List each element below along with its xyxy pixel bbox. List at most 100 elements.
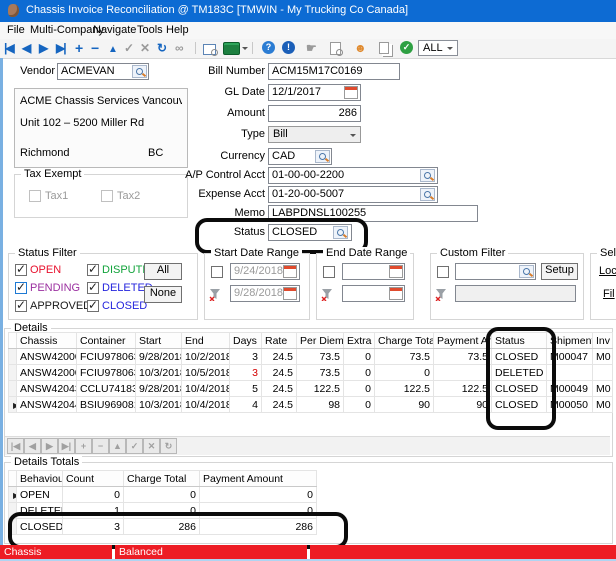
grid-delete-record-button[interactable]: − (92, 438, 109, 454)
expense-acct-input[interactable]: 01-20-00-5007 (268, 186, 438, 203)
end-date-filter-funnel-icon[interactable] (321, 287, 335, 301)
menu-tools[interactable]: Tools (137, 24, 163, 36)
details-row-4-selected[interactable]: ANSW420442BSIU969081 10/3/201810/4/2018 … (9, 397, 613, 413)
end-date-to-calendar-icon[interactable] (389, 287, 403, 300)
gl-date-label: GL Date (170, 86, 265, 98)
statusbar-panel-chassis: Chassis (0, 545, 112, 559)
status-filter-title: Status Filter (15, 247, 80, 259)
end-date-range-checkbox[interactable] (323, 266, 335, 278)
start-date-to-calendar-icon[interactable] (283, 287, 297, 300)
expense-acct-label: Expense Acct (170, 188, 265, 200)
tax2-checkbox[interactable] (101, 190, 113, 202)
binoculars-find-icon[interactable]: ∞ (175, 41, 184, 55)
refresh-icon[interactable]: ↻ (157, 41, 167, 55)
filter-link[interactable]: Fil (603, 288, 615, 300)
gl-date-calendar-icon[interactable] (344, 86, 358, 99)
grid-prior-record-button[interactable]: ◀ (24, 438, 41, 454)
memo-label: Memo (170, 207, 265, 219)
grid-cancel-edit-button[interactable]: ✕ (143, 438, 160, 454)
all-button[interactable]: All (144, 263, 182, 280)
custom-filter-lookup-icon[interactable] (519, 265, 534, 278)
copy-icon[interactable] (379, 42, 389, 54)
current-row-indicator (9, 487, 17, 503)
grid-last-record-button[interactable]: ▶| (58, 438, 75, 454)
custom-filter-title: Custom Filter (437, 247, 508, 259)
vendor-address-province: BC (148, 147, 163, 159)
post-edit-icon[interactable]: ✓ (124, 41, 134, 55)
start-date-range-checkbox[interactable] (211, 266, 223, 278)
window-left-edge (0, 58, 3, 559)
dispute-checkbox[interactable] (87, 264, 99, 276)
status-lookup-icon[interactable] (333, 226, 348, 239)
tax1-checkbox[interactable] (29, 190, 41, 202)
custom-filter-checkbox[interactable] (437, 266, 449, 278)
toolbar-filter-combobox[interactable]: ALL (418, 40, 458, 56)
menu-navigate[interactable]: Navigate (93, 24, 136, 36)
none-button[interactable]: None (144, 286, 182, 303)
currency-lookup-icon[interactable] (315, 150, 330, 163)
location-link[interactable]: Loca (599, 265, 616, 277)
details-totals-grid[interactable]: BehaviourCount Charge TotalPayment Amoun… (8, 470, 317, 535)
details-row-3[interactable]: ANSW420439CCLU7418308 9/28/201810/4/2018… (9, 381, 613, 397)
approved-checkbox[interactable] (15, 300, 27, 312)
chevron-down-icon (447, 47, 453, 53)
totals-row-deleted[interactable]: DELETED1 00 (9, 503, 317, 519)
closed-checkbox[interactable] (87, 300, 99, 312)
grid-first-record-button[interactable]: |◀ (7, 438, 24, 454)
grid-post-edit-button[interactable]: ✓ (126, 438, 143, 454)
user-security-icon[interactable]: ☻ (354, 41, 367, 55)
screen-view-dropdown-icon[interactable] (242, 47, 248, 53)
ap-control-acct-input[interactable]: 01-00-00-2200 (268, 167, 438, 184)
totals-row-open[interactable]: OPEN0 00 (9, 487, 317, 503)
days-alert-cell: 3 (230, 365, 262, 381)
tax2-label: Tax2 (117, 190, 140, 202)
vendor-lookup-icon[interactable] (132, 65, 147, 78)
details-row-2[interactable]: ANSW420004FCIU978063 10/3/201810/5/2018 … (9, 365, 613, 381)
end-date-from-calendar-icon[interactable] (389, 265, 403, 278)
last-record-icon[interactable]: ▶| (56, 41, 65, 55)
pending-checkbox-label: PENDING (30, 282, 80, 294)
memo-input[interactable]: LABPDNSL100255 (268, 205, 478, 222)
help-icon[interactable]: ? (262, 41, 275, 54)
info-icon[interactable]: ! (282, 41, 295, 54)
pending-checkbox[interactable] (15, 282, 27, 294)
ap-control-acct-lookup-icon[interactable] (420, 169, 435, 182)
expense-acct-lookup-icon[interactable] (420, 188, 435, 201)
grid-next-record-button[interactable]: ▶ (41, 438, 58, 454)
currency-label: Currency (170, 150, 265, 162)
grid-edit-record-button[interactable]: ▲ (109, 438, 126, 454)
deleted-checkbox[interactable] (87, 282, 99, 294)
insert-record-icon[interactable]: + (75, 41, 83, 55)
amount-input[interactable]: 286 (268, 105, 361, 122)
next-record-icon[interactable]: ▶ (39, 41, 48, 55)
details-grid[interactable]: ChassisContainer StartEnd DaysRate Per D… (8, 332, 613, 413)
grid-refresh-button[interactable]: ↻ (160, 438, 177, 454)
first-record-icon[interactable]: |◀ (4, 41, 13, 55)
menu-file[interactable]: File (7, 24, 25, 36)
ok-check-icon[interactable]: ✓ (400, 41, 413, 54)
cancel-edit-icon[interactable]: ✕ (140, 41, 150, 55)
open-checkbox[interactable] (15, 264, 27, 276)
prior-record-icon[interactable]: ◀ (22, 41, 31, 55)
hand-sign-icon[interactable]: ☛ (306, 41, 317, 55)
grid-insert-record-button[interactable]: + (75, 438, 92, 454)
details-row-1[interactable]: ANSW420004FCIU978063 9/28/201810/2/2018 … (9, 349, 613, 365)
chevron-down-icon (350, 134, 356, 140)
setup-button[interactable]: Setup (541, 263, 578, 280)
start-date-filter-funnel-icon[interactable] (209, 287, 223, 301)
bill-number-input[interactable]: ACM15M17C0169 (268, 63, 400, 80)
edit-record-icon[interactable]: ▲ (108, 43, 118, 57)
screen-view-icon[interactable] (223, 42, 240, 55)
details-header-row[interactable]: ChassisContainer StartEnd DaysRate Per D… (9, 333, 613, 349)
custom-filter-funnel-icon[interactable] (435, 287, 449, 301)
status-filter-group: Status Filter OPEN PENDING APPROVED DISP… (8, 253, 198, 320)
preview-document-icon[interactable] (330, 42, 341, 55)
type-combobox[interactable]: Bill (268, 126, 361, 143)
app-window: Chassis Invoice Reconciliation @ TM183C … (0, 0, 616, 561)
menu-help[interactable]: Help (166, 24, 189, 36)
amount-label: Amount (170, 107, 265, 119)
start-date-from-calendar-icon[interactable] (283, 265, 297, 278)
delete-record-icon[interactable]: − (91, 41, 99, 55)
print-icon[interactable] (203, 44, 216, 55)
totals-row-closed[interactable]: CLOSED3 286286 (9, 519, 317, 535)
